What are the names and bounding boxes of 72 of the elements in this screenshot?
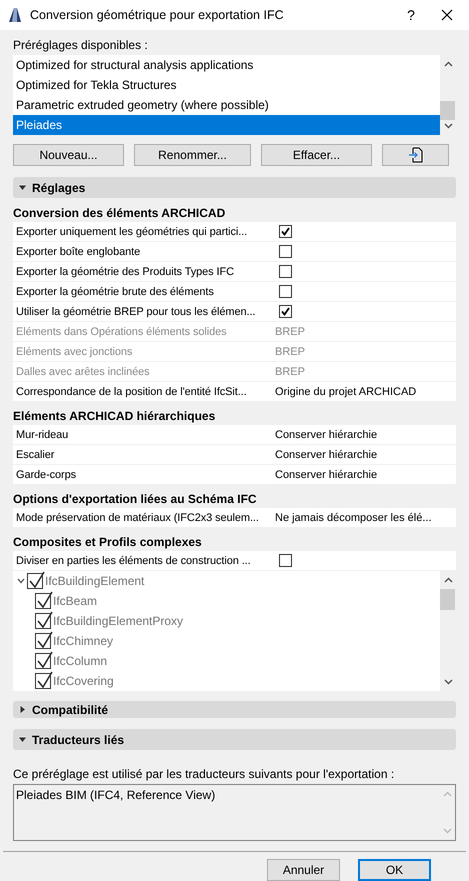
collapsed-triangle-icon[interactable] <box>19 706 26 713</box>
property-value[interactable]: Conserver hiérarchie <box>275 468 378 480</box>
group-title: Options d'exportation liées au Schéma IFC <box>13 491 258 508</box>
panel-header[interactable]: Compatibilité <box>13 701 456 718</box>
dialog-button[interactable]: Annuler <box>267 859 340 881</box>
close-icon[interactable] <box>441 9 453 21</box>
dialog-button[interactable]: OK <box>358 859 431 881</box>
document-arrow-icon <box>408 147 422 163</box>
scroll-down-icon[interactable] <box>444 123 452 129</box>
description-text: Ce préréglage est utilisé par les traducteurs suivants pour l'exportation : <box>13 767 396 781</box>
property-value[interactable]: Ne jamais décomposer les élé... <box>275 512 432 524</box>
panel-header[interactable]: Réglages <box>13 177 456 198</box>
checkbox[interactable] <box>35 593 51 609</box>
checkbox[interactable] <box>279 265 292 278</box>
tree-item-label[interactable]: IfcBuildingElementProxy <box>53 614 184 628</box>
scroll-thumb[interactable] <box>440 589 455 610</box>
checkbox[interactable] <box>279 245 292 258</box>
presets-label: Préréglages disponibles : <box>13 36 149 53</box>
window-title: Conversion géométrique pour exportation IFC <box>30 8 285 22</box>
scroll-up-icon[interactable] <box>444 61 452 67</box>
app-icon <box>8 7 22 23</box>
group-title: Eléments ARCHICAD hiérarchiques <box>13 408 216 425</box>
property-value[interactable]: Origine du projet ARCHICAD <box>275 386 416 398</box>
checkbox[interactable] <box>279 305 292 318</box>
property-label: Exporter boîte englobante <box>16 246 142 258</box>
property-label: Exporter uniquement les géométries qui partici... <box>16 226 248 238</box>
property-label: Garde-corps <box>16 468 78 480</box>
preset-button[interactable]: Nouveau... <box>13 144 124 166</box>
property-label: Mur-rideau <box>16 428 70 440</box>
preset-item[interactable]: Parametric extruded geometry (where possible) <box>13 95 440 115</box>
panel-header[interactable]: Traducteurs liés <box>13 729 456 750</box>
property-label: Dalles avec arêtes inclinées <box>16 366 151 378</box>
property-label: Exporter la géométrie des Produits Types IFC <box>16 266 235 278</box>
group-title: Composites et Profils complexes <box>13 534 203 551</box>
expanded-triangle-icon[interactable] <box>19 184 26 191</box>
expanded-triangle-icon[interactable] <box>19 736 26 743</box>
checkbox[interactable] <box>279 285 292 298</box>
help-button[interactable]: ? <box>391 7 431 23</box>
preset-button[interactable]: Renommer... <box>134 144 251 166</box>
checkbox[interactable] <box>35 653 51 669</box>
property-label: Eléments avec jonctions <box>16 346 134 358</box>
translator-item[interactable]: Pleiades BIM (IFC4, Reference View) <box>16 788 437 802</box>
checkbox[interactable] <box>27 573 43 589</box>
property-label: Eléments dans Opérations éléments solides <box>16 326 228 338</box>
preset-item[interactable]: Pleiades <box>13 115 440 135</box>
scroll-up-icon[interactable] <box>444 577 452 583</box>
checkbox[interactable] <box>35 673 51 689</box>
property-label: Correspondance de la position de l'entité IfcSit... <box>16 386 248 398</box>
preset-item[interactable]: Optimized for Tekla Structures <box>13 75 440 95</box>
chevron-icon[interactable] <box>17 578 25 584</box>
scroll-thumb[interactable] <box>440 101 455 120</box>
preset-item[interactable]: Optimized for structural analysis applications <box>13 55 440 75</box>
checkbox[interactable] <box>279 554 292 567</box>
property-label: Diviser en parties les éléments de construction ... <box>16 554 252 566</box>
group-title: Conversion des éléments ARCHICAD <box>13 205 226 222</box>
property-value[interactable]: Conserver hiérarchie <box>275 428 378 440</box>
tree-item-label[interactable]: IfcChimney <box>53 634 114 648</box>
tree-item-label[interactable]: IfcBuildingElement <box>45 574 144 588</box>
property-label: Utiliser la géométrie BREP pour tous les élémen... <box>16 306 256 318</box>
scroll-down-icon[interactable] <box>444 679 452 685</box>
property-label: Exporter la géométrie brute des éléments <box>16 286 215 298</box>
tree-item-label[interactable]: IfcBeam <box>53 594 98 608</box>
property-label: Mode préservation de matériaux (IFC2x3 seulem... <box>16 512 260 524</box>
tree-item-label[interactable]: IfcColumn <box>53 654 108 668</box>
checkbox[interactable] <box>35 633 51 649</box>
checkbox[interactable] <box>279 225 292 238</box>
property-value[interactable]: Conserver hiérarchie <box>275 448 378 460</box>
preset-button[interactable]: Effacer... <box>261 144 372 166</box>
property-label: Escalier <box>16 448 56 460</box>
tree-item-label[interactable]: IfcCovering <box>53 674 114 688</box>
checkbox[interactable] <box>35 613 51 629</box>
import-button[interactable] <box>382 144 449 166</box>
